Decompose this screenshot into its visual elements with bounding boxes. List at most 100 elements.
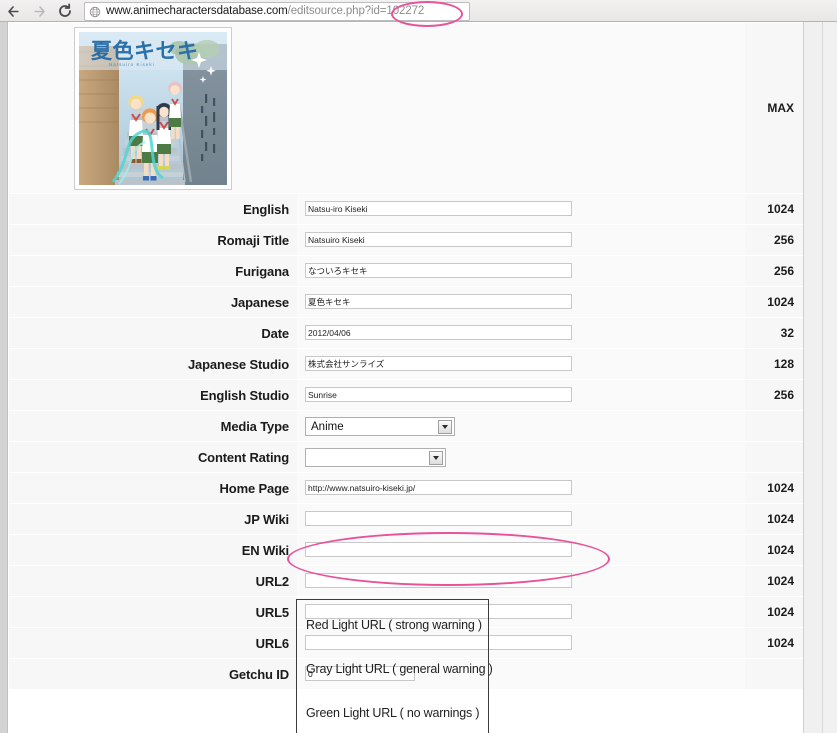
- max-column-header: MAX: [745, 23, 803, 193]
- getchu-id-input[interactable]: [305, 666, 415, 682]
- field-label-date: Date: [9, 318, 297, 348]
- field-cell-jp-wiki: [297, 504, 745, 534]
- field-cell-home-page: [297, 473, 745, 503]
- table-row: English 1024: [9, 194, 803, 224]
- table-row: Romaji Title 256: [9, 225, 803, 255]
- media-type-value: Anime: [311, 420, 344, 433]
- url5-input[interactable]: [305, 604, 572, 620]
- address-bar-url: www.animecharactersdatabase.com/editsour…: [106, 3, 424, 20]
- field-label-url6: URL6: [9, 628, 297, 658]
- field-label-content-rating: Content Rating: [9, 442, 297, 472]
- max-romaji-title: 256: [745, 225, 803, 255]
- field-cell-japanese: [297, 287, 745, 317]
- field-label-url5: URL5: [9, 597, 297, 627]
- chevron-down-icon[interactable]: [429, 450, 443, 465]
- table-row: Getchu ID: [9, 659, 803, 689]
- cover-spacer-cell: [297, 23, 745, 193]
- browser-toolbar: www.animecharactersdatabase.com/editsour…: [0, 0, 837, 22]
- url6-input[interactable]: [305, 635, 572, 651]
- table-row: URL5 1024: [9, 597, 803, 627]
- reload-icon: [59, 3, 71, 17]
- page-viewport: 夏色キセキ Natsuiro Kiseki MAX English Natsu-…: [0, 22, 837, 733]
- field-label-romaji-title: Romaji Title: [9, 225, 297, 255]
- field-label-jp-wiki: JP Wiki: [9, 504, 297, 534]
- field-label-english: English: [9, 194, 297, 224]
- field-label-furigana: Furigana: [9, 256, 297, 286]
- content-rating-select[interactable]: [305, 447, 446, 467]
- arrow-right-icon: [33, 5, 45, 17]
- max-media-type: [745, 411, 803, 441]
- field-cell-japanese-studio: [297, 349, 745, 379]
- field-label-media-type: Media Type: [9, 411, 297, 441]
- globe-icon: [89, 6, 101, 18]
- home-page-input[interactable]: [305, 480, 572, 496]
- table-row: Content Rating: [9, 442, 803, 472]
- field-label-getchu-id: Getchu ID: [9, 659, 297, 689]
- japanese-studio-input[interactable]: [305, 356, 572, 372]
- field-cell-furigana: [297, 256, 745, 286]
- cover-artwork: 夏色キセキ Natsuiro Kiseki: [79, 31, 227, 185]
- field-cell-url6: [297, 628, 745, 658]
- english-input[interactable]: [305, 201, 572, 217]
- jp-wiki-input[interactable]: [305, 511, 572, 527]
- table-row: Media Type Anime: [9, 411, 803, 441]
- cover-cell: 夏色キセキ Natsuiro Kiseki: [9, 23, 297, 193]
- page-right-gutter: [803, 22, 822, 733]
- romaji-title-input[interactable]: [305, 232, 572, 248]
- en-wiki-input[interactable]: [305, 542, 572, 558]
- field-cell-content-rating: [297, 442, 745, 472]
- svg-text:夏色キセキ: 夏色キセキ: [91, 39, 199, 63]
- max-getchu-id: [745, 659, 803, 689]
- form-rows: 夏色キセキ Natsuiro Kiseki MAX English Natsu-…: [9, 23, 803, 689]
- field-label-japanese: Japanese: [9, 287, 297, 317]
- max-url2: 1024: [745, 566, 803, 596]
- field-cell-en-wiki: [297, 535, 745, 565]
- field-cell-url5: [297, 597, 745, 627]
- cover-row: 夏色キセキ Natsuiro Kiseki MAX: [9, 23, 803, 193]
- field-label-home-page: Home Page: [9, 473, 297, 503]
- table-row: JP Wiki 1024: [9, 504, 803, 534]
- url-path: /editsource.php?id=102272: [287, 5, 425, 17]
- reload-button[interactable]: [52, 0, 78, 22]
- field-label-english-studio: English Studio: [9, 380, 297, 410]
- field-cell-media-type: Anime: [297, 411, 745, 441]
- source-cover-image[interactable]: 夏色キセキ Natsuiro Kiseki: [74, 26, 232, 190]
- max-en-wiki: 1024: [745, 535, 803, 565]
- table-row: Date 32: [9, 318, 803, 348]
- tooltip-green-light-line: Green Light URL ( no warnings ): [306, 706, 480, 720]
- date-input[interactable]: [305, 325, 572, 341]
- address-bar[interactable]: www.animecharactersdatabase.com/editsour…: [84, 2, 470, 21]
- forward-button[interactable]: [26, 0, 52, 22]
- table-row: Japanese Studio 128: [9, 349, 803, 379]
- field-cell-english-studio: [297, 380, 745, 410]
- cover-illustration: 夏色キセキ Natsuiro Kiseki: [79, 31, 227, 185]
- field-label-en-wiki: EN Wiki: [9, 535, 297, 565]
- max-jp-wiki: 1024: [745, 504, 803, 534]
- source-edit-form: 夏色キセキ Natsuiro Kiseki MAX English Natsu-…: [9, 22, 803, 690]
- chevron-down-icon[interactable]: [438, 419, 452, 434]
- vertical-scrollbar[interactable]: [822, 22, 837, 733]
- field-label-url2: URL2: [9, 566, 297, 596]
- max-japanese: 1024: [745, 287, 803, 317]
- table-row: EN Wiki 1024: [9, 535, 803, 565]
- field-cell-english: [297, 194, 745, 224]
- url2-input[interactable]: [305, 573, 572, 589]
- back-button[interactable]: [0, 0, 26, 22]
- table-row: Home Page 1024: [9, 473, 803, 503]
- media-type-select[interactable]: Anime: [305, 416, 455, 436]
- max-furigana: 256: [745, 256, 803, 286]
- max-english: 1024: [745, 194, 803, 224]
- english-studio-input[interactable]: [305, 387, 572, 403]
- max-url5: 1024: [745, 597, 803, 627]
- field-cell-date: [297, 318, 745, 348]
- max-url6: 1024: [745, 628, 803, 658]
- furigana-input[interactable]: [305, 263, 572, 279]
- svg-text:Natsuiro Kiseki: Natsuiro Kiseki: [109, 62, 155, 67]
- japanese-input[interactable]: [305, 294, 572, 310]
- max-english-studio: 256: [745, 380, 803, 410]
- max-content-rating: [745, 442, 803, 472]
- table-row: URL2 1024: [9, 566, 803, 596]
- page-left-gutter: [0, 22, 8, 733]
- table-row: Furigana 256: [9, 256, 803, 286]
- field-cell-url2: [297, 566, 745, 596]
